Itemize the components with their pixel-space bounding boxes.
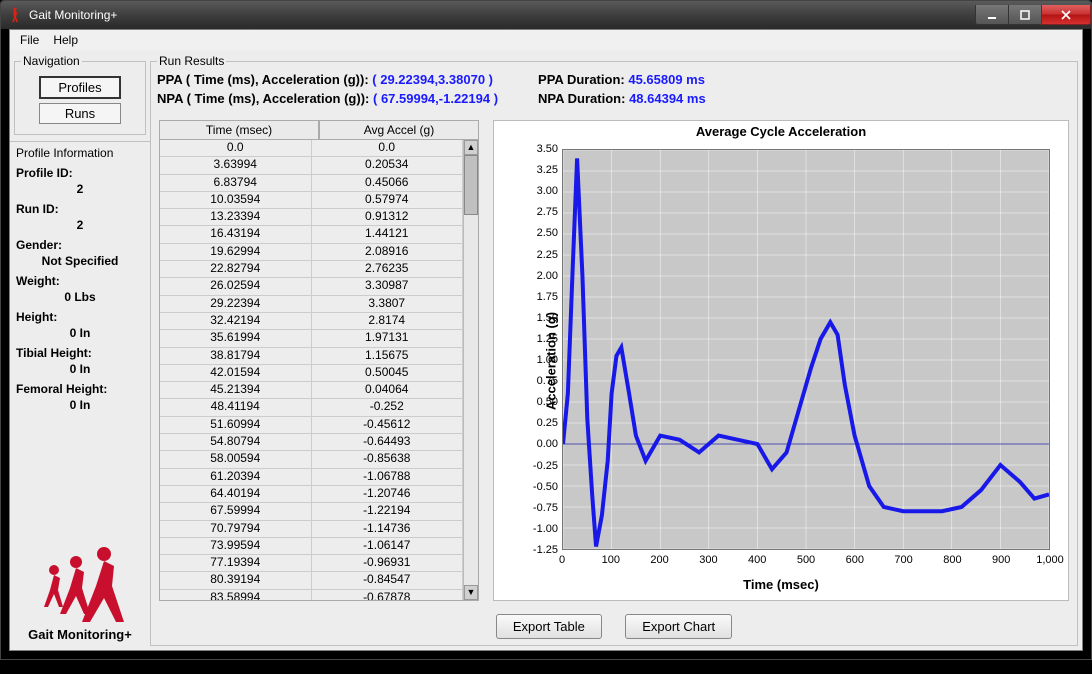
weight-label: Weight: (16, 274, 144, 288)
tibial-value: 0 In (16, 362, 144, 376)
results-legend: Run Results (157, 54, 226, 68)
table-row[interactable]: 51.60994-0.45612 (160, 417, 463, 434)
titlebar[interactable]: Gait Monitoring+ (1, 1, 1091, 29)
export-chart-button[interactable]: Export Chart (625, 614, 732, 639)
client-area: File Help Navigation Profiles Runs Profi… (9, 29, 1083, 651)
table-row[interactable]: 38.817941.15675 (160, 348, 463, 365)
table-row[interactable]: 61.20394-1.06788 (160, 469, 463, 486)
table-row[interactable]: 54.80794-0.64493 (160, 434, 463, 451)
table-row[interactable]: 83.58994-0.67878 (160, 590, 463, 601)
maximize-button[interactable] (1008, 5, 1042, 25)
table-row[interactable]: 64.40194-1.20746 (160, 486, 463, 503)
run-id-value: 2 (16, 218, 144, 232)
npa-label: NPA ( Time (ms), Acceleration (g)): (157, 91, 369, 106)
app-window: Gait Monitoring+ File Help Navigation Pr… (0, 0, 1092, 660)
ppadur-value: 45.65809 ms (628, 72, 705, 87)
close-button[interactable] (1041, 5, 1091, 25)
table-row[interactable]: 22.827942.76235 (160, 261, 463, 278)
ppa-value: ( 29.22394,3.38070 ) (372, 72, 493, 87)
table-row[interactable]: 80.39194-0.84547 (160, 572, 463, 589)
height-value: 0 In (16, 326, 144, 340)
scroll-down-icon[interactable]: ▼ (464, 585, 478, 600)
menubar: File Help (10, 30, 1082, 50)
table-body: 0.00.03.639940.205346.837940.4506610.035… (159, 140, 479, 601)
menu-help[interactable]: Help (47, 31, 84, 49)
tibial-label: Tibial Height: (16, 346, 144, 360)
x-axis-label: Time (msec) (494, 577, 1068, 592)
nav-group: Navigation Profiles Runs (14, 54, 146, 135)
table-row[interactable]: 58.00594-0.85638 (160, 451, 463, 468)
table-row[interactable]: 19.629942.08916 (160, 244, 463, 261)
table-row[interactable]: 16.431941.44121 (160, 226, 463, 243)
x-tick-labels: 01002003004005006007008009001,000 (562, 554, 1050, 570)
table-row[interactable]: 29.223943.3807 (160, 296, 463, 313)
plot-area (562, 149, 1050, 550)
scroll-up-icon[interactable]: ▲ (464, 140, 478, 155)
height-label: Height: (16, 310, 144, 324)
table-row[interactable]: 73.99594-1.06147 (160, 538, 463, 555)
table-row[interactable]: 0.00.0 (160, 140, 463, 157)
table-row[interactable]: 77.19394-0.96931 (160, 555, 463, 572)
profile-id-label: Profile ID: (16, 166, 144, 180)
table-row[interactable]: 3.639940.20534 (160, 157, 463, 174)
run-id-label: Run ID: (16, 202, 144, 216)
table-row[interactable]: 42.015940.50045 (160, 365, 463, 382)
weight-value: 0 Lbs (16, 290, 144, 304)
profile-id-value: 2 (16, 182, 144, 196)
logo: Gait Monitoring+ (18, 544, 142, 642)
scroll-thumb[interactable] (464, 155, 478, 215)
nav-legend: Navigation (21, 54, 82, 68)
ppa-label: PPA ( Time (ms), Acceleration (g)): (157, 72, 369, 87)
menu-file[interactable]: File (14, 31, 45, 49)
export-table-button[interactable]: Export Table (496, 614, 602, 639)
table-row[interactable]: 6.837940.45066 (160, 175, 463, 192)
sidebar: Navigation Profiles Runs Profile Informa… (10, 52, 150, 650)
table-row[interactable]: 67.59994-1.22194 (160, 503, 463, 520)
runs-button[interactable]: Runs (39, 103, 121, 124)
y-tick-labels: 3.503.253.002.752.502.252.001.751.501.25… (530, 149, 560, 550)
table-row[interactable]: 13.233940.91312 (160, 209, 463, 226)
table-row[interactable]: 48.41194-0.252 (160, 399, 463, 416)
walking-figures-icon (30, 544, 130, 624)
table-row[interactable]: 10.035940.57974 (160, 192, 463, 209)
table-row[interactable]: 45.213940.04064 (160, 382, 463, 399)
profile-legend: Profile Information (16, 146, 144, 160)
profile-info: Profile Information Profile ID: 2 Run ID… (10, 141, 150, 414)
line-plot (563, 150, 1049, 549)
profiles-button[interactable]: Profiles (39, 76, 121, 99)
col-time-header[interactable]: Time (msec) (159, 120, 319, 140)
window-title: Gait Monitoring+ (29, 8, 117, 22)
ppadur-label: PPA Duration: (538, 72, 625, 87)
data-table: Time (msec) Avg Accel (g) 0.00.03.639940… (159, 120, 479, 601)
table-row[interactable]: 35.619941.97131 (160, 330, 463, 347)
chart-title: Average Cycle Acceleration (494, 121, 1068, 142)
app-icon (7, 7, 23, 23)
npadur-value: 48.64394 ms (629, 91, 706, 106)
col-accel-header[interactable]: Avg Accel (g) (319, 120, 479, 140)
results-group: Run Results PPA ( Time (ms), Acceleratio… (150, 54, 1078, 646)
chart: Average Cycle Acceleration Acceleration … (493, 120, 1069, 601)
gender-value: Not Specified (16, 254, 144, 268)
npadur-label: NPA Duration: (538, 91, 625, 106)
femoral-value: 0 In (16, 398, 144, 412)
femoral-label: Femoral Height: (16, 382, 144, 396)
table-row[interactable]: 26.025943.30987 (160, 278, 463, 295)
table-row[interactable]: 32.421942.8174 (160, 313, 463, 330)
table-row[interactable]: 70.79794-1.14736 (160, 521, 463, 538)
npa-value: ( 67.59994,-1.22194 ) (373, 91, 498, 106)
logo-caption: Gait Monitoring+ (18, 627, 142, 642)
minimize-button[interactable] (975, 5, 1009, 25)
table-scrollbar[interactable]: ▲ ▼ (463, 140, 478, 600)
gender-label: Gender: (16, 238, 144, 252)
main-panel: Run Results PPA ( Time (ms), Acceleratio… (150, 52, 1082, 650)
